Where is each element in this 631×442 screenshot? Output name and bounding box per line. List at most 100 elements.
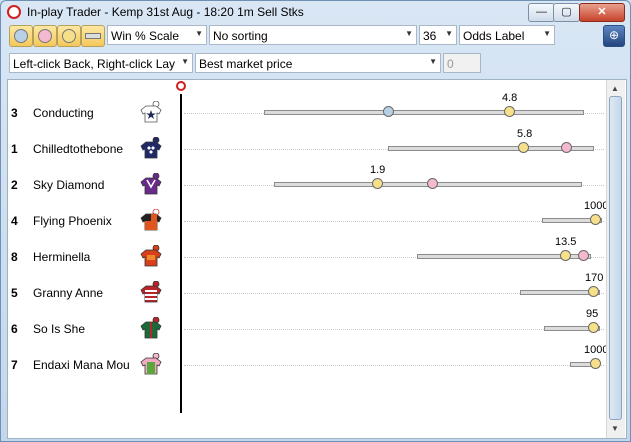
runner-name: Flying Phoenix	[33, 214, 112, 228]
runner-number: 8	[11, 250, 18, 264]
runner-number: 5	[11, 286, 18, 300]
row-size-select[interactable]: 36 ▼	[419, 25, 457, 45]
toggle-yellow-markers-button[interactable]	[57, 25, 81, 47]
pink-marker-icon[interactable]	[578, 250, 589, 261]
runner-number: 4	[11, 214, 18, 228]
yellow-marker-icon[interactable]	[560, 250, 571, 261]
yellow-marker-icon[interactable]	[372, 178, 383, 189]
app-icon	[7, 5, 21, 19]
yellow-marker-icon[interactable]	[588, 286, 599, 297]
runner-name: Herminella	[33, 250, 91, 264]
jockey-silks-icon	[140, 281, 162, 303]
runner-name: So Is She	[33, 322, 86, 336]
runner-number: 6	[11, 322, 18, 336]
chevron-down-icon: ▼	[445, 29, 453, 38]
scale-select[interactable]: Win % Scale ▼	[107, 25, 207, 45]
odds-label: 5.8	[517, 128, 533, 140]
odds-label: 1000	[584, 200, 609, 212]
click-mode-select[interactable]: Left-click Back, Right-click Lay ▼	[9, 53, 193, 73]
jockey-silks-icon	[140, 209, 162, 231]
price-range-bar	[264, 110, 584, 115]
vertical-scrollbar[interactable]: ▲ ▼	[606, 80, 625, 438]
runner-name: Granny Anne	[33, 286, 104, 300]
row-guide-line	[184, 329, 604, 330]
yellow-marker-icon[interactable]	[518, 142, 529, 153]
start-marker-icon	[176, 81, 186, 91]
runner-row[interactable]: 4 Flying Phoenix 1000	[8, 200, 608, 236]
pink-marker-icon[interactable]	[427, 178, 438, 189]
yellow-marker-icon[interactable]	[504, 106, 515, 117]
sorting-select-value: No sorting	[213, 29, 268, 43]
jockey-silks-icon	[140, 317, 162, 339]
price-mode-select-value: Best market price	[199, 57, 293, 71]
chevron-down-icon: ▼	[429, 57, 437, 66]
runner-name: Conducting	[33, 106, 94, 120]
pin-icon: ⊕	[608, 28, 620, 42]
click-mode-select-value: Left-click Back, Right-click Lay	[13, 57, 176, 71]
odds-label: 1000	[584, 344, 609, 356]
runner-row[interactable]: 8 Herminella 13.5	[8, 236, 604, 272]
yellow-marker-icon[interactable]	[590, 358, 601, 369]
runner-number: 7	[11, 358, 18, 372]
minimize-button[interactable]: —	[528, 3, 555, 22]
row-guide-line	[184, 365, 604, 366]
odds-label: 95	[586, 308, 599, 320]
maximize-button[interactable]: ▢	[553, 3, 580, 22]
chevron-down-icon: ▼	[543, 29, 551, 38]
runner-row[interactable]: 7 Endaxi Mana Mou 1000	[8, 344, 608, 380]
runner-number: 2	[11, 178, 18, 192]
runner-number: 1	[11, 142, 18, 156]
yellow-circle-icon	[62, 29, 76, 43]
odds-label: 170	[585, 272, 604, 284]
runner-row[interactable]: 2 Sky Diamond 1.9	[8, 164, 604, 200]
chevron-down-icon: ▼	[405, 29, 413, 38]
odds-label: 4.8	[502, 92, 518, 104]
odds-label: 13.5	[555, 236, 577, 248]
pin-button[interactable]: ⊕	[603, 25, 625, 47]
main-toolbar: Win % Scale ▼ No sorting ▼ 36 ▼ Odds Lab…	[9, 24, 625, 48]
stake-input[interactable]: 0	[443, 53, 481, 73]
toggle-blue-markers-button[interactable]	[9, 25, 33, 47]
jockey-silks-icon	[140, 173, 162, 195]
jockey-silks-icon	[140, 101, 162, 123]
jockey-silks-icon	[140, 353, 162, 375]
scale-select-value: Win % Scale	[111, 29, 180, 43]
yellow-marker-icon[interactable]	[590, 214, 601, 225]
chevron-down-icon: ▼	[195, 29, 203, 38]
row-size-select-value: 36	[423, 29, 437, 43]
odds-label: 1.9	[370, 164, 386, 176]
bar-icon	[85, 33, 101, 39]
price-mode-select[interactable]: Best market price ▼	[195, 53, 441, 73]
scroll-up-icon[interactable]: ▲	[611, 84, 619, 93]
toggle-pink-markers-button[interactable]	[33, 25, 57, 47]
chevron-down-icon: ▼	[181, 57, 189, 66]
runners-panel: 3 Conducting 4.8 1 Chilledtothebone 5.8 …	[7, 79, 627, 439]
scroll-down-icon[interactable]: ▼	[611, 424, 619, 433]
label-mode-select-value: Odds Label	[463, 29, 525, 43]
runner-row[interactable]: 1 Chilledtothebone 5.8	[8, 128, 604, 164]
toggle-bars-button[interactable]	[81, 25, 105, 47]
jockey-silks-icon	[140, 137, 162, 159]
runner-name: Endaxi Mana Mou	[33, 358, 130, 372]
title-bar[interactable]: In-play Trader - Kemp 31st Aug - 18:20 1…	[1, 1, 630, 23]
secondary-toolbar: Left-click Back, Right-click Lay ▼ Best …	[9, 52, 623, 76]
runner-name: Chilledtothebone	[33, 142, 124, 156]
blue-marker-icon[interactable]	[383, 106, 394, 117]
runner-row[interactable]: 5 Granny Anne 170	[8, 272, 604, 308]
jockey-silks-icon	[140, 245, 162, 267]
close-button[interactable]: ✕	[579, 3, 625, 22]
stake-input-value: 0	[447, 57, 454, 71]
blue-circle-icon	[14, 29, 28, 43]
scrollbar-thumb[interactable]	[609, 96, 622, 420]
window-title: In-play Trader - Kemp 31st Aug - 18:20 1…	[27, 5, 304, 19]
in-play-trader-window: In-play Trader - Kemp 31st Aug - 18:20 1…	[0, 0, 631, 442]
runner-name: Sky Diamond	[33, 178, 105, 192]
runner-row[interactable]: 6 So Is She 95	[8, 308, 604, 344]
row-guide-line	[184, 221, 604, 222]
yellow-marker-icon[interactable]	[588, 322, 599, 333]
pink-marker-icon[interactable]	[561, 142, 572, 153]
label-mode-select[interactable]: Odds Label ▼	[459, 25, 555, 45]
sorting-select[interactable]: No sorting ▼	[209, 25, 417, 45]
runner-row[interactable]: 3 Conducting 4.8	[8, 92, 604, 128]
pink-circle-icon	[38, 29, 52, 43]
